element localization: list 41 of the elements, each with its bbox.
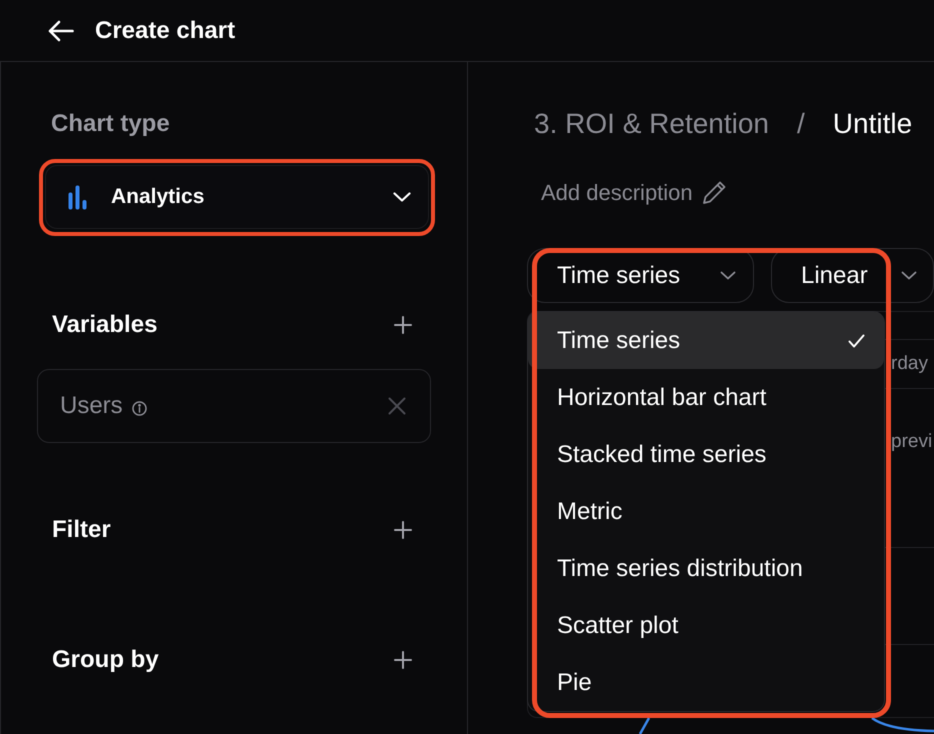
section-label: Chart type [51, 109, 170, 139]
chart-line [871, 718, 934, 732]
chevron-down-icon [901, 271, 917, 280]
plus-icon [394, 316, 412, 334]
variable-name: Users [60, 391, 123, 421]
add-button[interactable] [394, 316, 412, 334]
section-title: Group by [52, 645, 159, 675]
menu-item[interactable]: Time series distribution [528, 540, 884, 597]
breadcrumb-separator: / [797, 107, 805, 141]
section-title: Filter [52, 515, 111, 545]
back-button[interactable] [47, 18, 74, 42]
menu-item[interactable]: Metric [528, 483, 884, 540]
chevron-down-icon [720, 271, 736, 280]
section-title: Variables [52, 310, 158, 340]
plus-icon [394, 521, 412, 539]
chart-line [638, 718, 650, 734]
add-button[interactable] [394, 521, 412, 539]
chart-type-select[interactable]: Analytics [45, 165, 429, 229]
menu-item[interactable]: Stacked time series [528, 426, 884, 483]
pencil-icon [700, 180, 727, 206]
row-text: rday [891, 352, 928, 376]
bar-chart-icon [68, 184, 87, 210]
chevron-down-icon [393, 192, 411, 202]
menu-item[interactable]: Time series [528, 312, 884, 369]
variable-chip[interactable]: Users [37, 369, 431, 443]
add-description-button[interactable]: Add description [541, 179, 727, 207]
plus-icon [394, 651, 412, 669]
add-button[interactable] [394, 651, 412, 669]
close-icon [388, 397, 406, 415]
check-icon [848, 334, 865, 348]
breadcrumb-current: Untitle [832, 107, 912, 141]
chart-type-dropdown[interactable]: Time series [527, 248, 754, 303]
info-icon [132, 400, 147, 416]
breadcrumb-link[interactable]: 3. ROI & Retention [534, 107, 770, 141]
scale-dropdown[interactable]: Linear [771, 248, 934, 303]
menu-item[interactable]: Horizontal bar chart [528, 369, 884, 426]
arrow-left-icon [48, 20, 74, 42]
row-text: previ [891, 431, 932, 452]
page-title: Create chart [95, 16, 236, 46]
menu-item[interactable]: Pie [528, 654, 884, 711]
menu-item[interactable]: Scatter plot [528, 597, 884, 654]
